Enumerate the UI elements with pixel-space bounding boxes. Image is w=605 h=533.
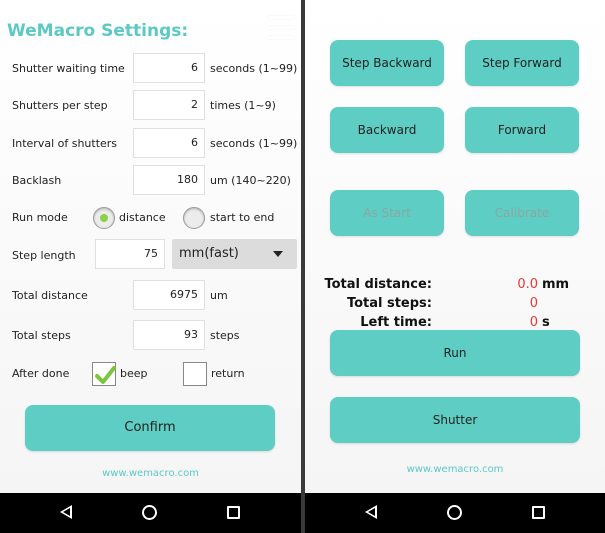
total-steps-unit: steps: [210, 329, 240, 342]
run-mode-start-to-end-label: start to end: [210, 211, 275, 224]
website-link[interactable]: www.wemacro.com: [0, 468, 301, 479]
shutter-wait-input[interactable]: 6: [133, 53, 205, 83]
shutters-per-step-input[interactable]: 2: [133, 90, 205, 120]
settings-title: WeMacro Settings:: [7, 21, 189, 41]
return-checkbox[interactable]: [183, 362, 207, 386]
interval-input[interactable]: 6: [133, 128, 205, 158]
return-label: return: [211, 367, 245, 380]
backward-button[interactable]: Backward: [330, 107, 444, 153]
home-icon[interactable]: [447, 505, 462, 520]
shutter-wait-unit: seconds (1~99): [210, 62, 298, 75]
left-time-stat-value: 0: [529, 315, 538, 330]
shutter-button[interactable]: Shutter: [330, 397, 580, 443]
run-mode-label: Run mode: [12, 211, 68, 224]
total-distance-input[interactable]: 6975: [133, 280, 205, 310]
shutter-wait-label: Shutter waiting time: [12, 62, 125, 75]
step-length-input[interactable]: 75: [95, 239, 165, 269]
run-mode-start-to-end-radio[interactable]: [183, 207, 205, 229]
total-distance-stat-unit: mm: [542, 277, 570, 292]
interval-label: Interval of shutters: [12, 137, 118, 150]
navigation-bar: [305, 493, 605, 533]
total-steps-input[interactable]: 93: [133, 320, 205, 350]
total-steps-label: Total steps: [12, 329, 71, 342]
website-link[interactable]: www.wemacro.com: [305, 464, 605, 475]
hamburger-menu-icon[interactable]: [268, 16, 294, 40]
total-distance-stat-value: 0.0: [517, 277, 538, 292]
navigation-bar: [0, 493, 301, 533]
dropdown-arrow-icon: [273, 251, 283, 257]
settings-screen: WeMacro Settings: Shutter waiting time 6…: [0, 0, 301, 533]
total-steps-stat-label: Total steps:: [346, 296, 432, 311]
after-done-label: After done: [12, 367, 70, 380]
run-mode-distance-radio[interactable]: [93, 207, 115, 229]
run-mode-distance-label: distance: [119, 211, 166, 224]
run-button[interactable]: Run: [330, 330, 580, 376]
beep-checkbox[interactable]: [92, 362, 116, 386]
left-time-stat-label: Left time:: [360, 315, 432, 330]
recent-apps-icon[interactable]: [227, 506, 240, 519]
total-distance-label: Total distance: [12, 289, 88, 302]
checkmark-icon: [95, 366, 116, 384]
total-distance-unit: um: [210, 289, 228, 302]
total-steps-stat-value: 0: [529, 296, 538, 311]
calibrate-button[interactable]: Calibrate: [465, 190, 579, 236]
recent-apps-icon[interactable]: [532, 506, 545, 519]
shutters-per-step-unit: times (1~9): [210, 99, 276, 112]
step-unit-dropdown-value: mm(fast): [179, 246, 239, 261]
step-backward-button[interactable]: Step Backward: [330, 40, 444, 86]
beep-label: beep: [120, 367, 148, 380]
as-start-button[interactable]: As Start: [330, 190, 444, 236]
home-icon[interactable]: [142, 505, 157, 520]
shutters-per-step-label: Shutters per step: [12, 99, 108, 112]
backlash-unit: um (140~220): [210, 174, 291, 187]
confirm-button[interactable]: Confirm: [25, 405, 275, 451]
interval-unit: seconds (1~99): [210, 137, 298, 150]
back-icon[interactable]: [365, 505, 377, 519]
forward-button[interactable]: Forward: [465, 107, 579, 153]
total-distance-stat-label: Total distance:: [324, 277, 432, 292]
control-screen: Step Backward Step Forward Backward Forw…: [305, 0, 605, 533]
back-icon[interactable]: [60, 505, 72, 519]
backlash-label: Backlash: [12, 174, 62, 187]
step-forward-button[interactable]: Step Forward: [465, 40, 579, 86]
left-time-stat-unit: s: [542, 315, 550, 330]
step-unit-dropdown[interactable]: mm(fast): [172, 239, 297, 269]
backlash-input[interactable]: 180: [133, 165, 205, 195]
step-length-label: Step length: [12, 249, 76, 262]
